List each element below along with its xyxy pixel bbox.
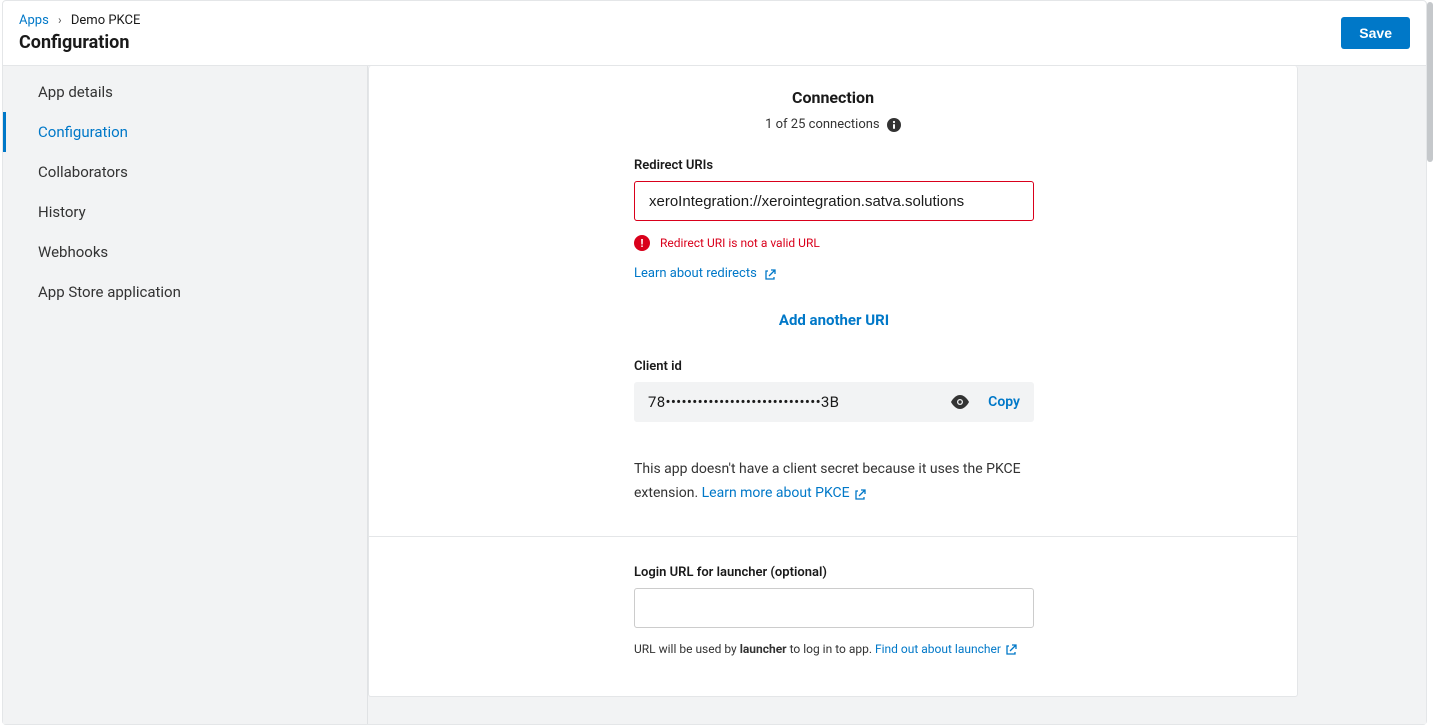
client-id-value: 78•••••••••••••••••••••••••••••3B	[648, 393, 950, 411]
sidebar-item-history[interactable]: History	[3, 192, 367, 232]
learn-more-pkce-link[interactable]: Learn more about PKCE	[702, 485, 866, 501]
redirect-uri-input[interactable]	[634, 181, 1034, 221]
error-icon: !	[634, 235, 650, 251]
pkce-note: This app doesn't have a client secret be…	[634, 458, 1034, 506]
breadcrumb: Apps › Demo PKCE	[19, 13, 140, 28]
eye-icon	[950, 395, 970, 409]
sidebar-item-webhooks[interactable]: Webhooks	[3, 232, 367, 272]
sidebar-item-collaborators[interactable]: Collaborators	[3, 152, 367, 192]
find-out-launcher-link[interactable]: Find out about launcher	[875, 642, 1017, 656]
info-icon[interactable]	[887, 118, 901, 132]
copy-client-id-button[interactable]: Copy	[988, 394, 1020, 410]
connection-title: Connection	[369, 88, 1297, 107]
login-url-label: Login URL for launcher (optional)	[634, 565, 1034, 580]
chevron-right-icon: ›	[58, 13, 62, 27]
external-link-icon	[854, 489, 866, 501]
learn-about-redirects-link[interactable]: Learn about redirects	[634, 266, 776, 281]
login-url-input[interactable]	[634, 588, 1034, 628]
external-link-icon	[764, 269, 776, 281]
connection-count: 1 of 25 connections	[369, 117, 1297, 132]
reveal-client-id-button[interactable]	[950, 395, 970, 409]
login-url-description: URL will be used by launcher to log in t…	[634, 642, 1034, 656]
redirect-uri-error-text: Redirect URI is not a valid URL	[660, 236, 820, 250]
redirect-uris-label: Redirect URIs	[634, 158, 1034, 173]
save-button[interactable]: Save	[1341, 17, 1410, 49]
sidebar-item-app-store-application[interactable]: App Store application	[3, 272, 367, 312]
add-another-uri-button[interactable]: Add another URI	[779, 311, 889, 329]
page-title: Configuration	[19, 32, 140, 53]
sidebar-item-app-details[interactable]: App details	[3, 72, 367, 112]
external-link-icon	[1005, 644, 1017, 656]
scrollbar[interactable]	[1427, 2, 1433, 162]
sidebar-item-configuration[interactable]: Configuration	[3, 112, 367, 152]
sidebar: App details Configuration Collaborators …	[3, 66, 368, 724]
breadcrumb-current: Demo PKCE	[71, 13, 140, 28]
client-id-label: Client id	[634, 359, 1034, 374]
breadcrumb-root-link[interactable]: Apps	[19, 13, 49, 28]
